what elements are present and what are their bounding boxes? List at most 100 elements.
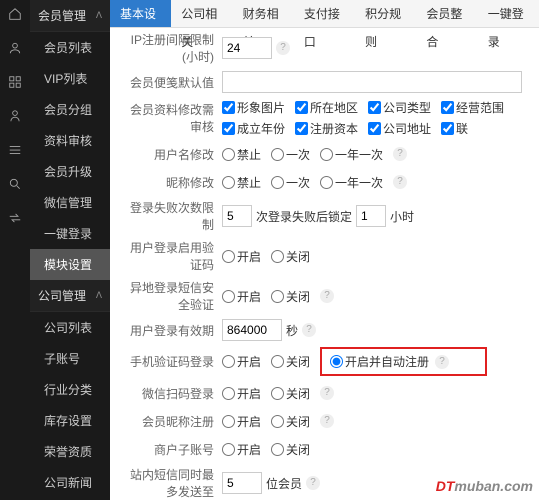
help-icon[interactable]: ? xyxy=(320,414,334,428)
sidebar-item[interactable]: 会员列表 xyxy=(30,32,110,63)
radio-option[interactable]: 一年一次 xyxy=(320,146,383,163)
audit-checkbox[interactable]: 联 xyxy=(441,120,468,137)
highlight-box: 开启并自动注册 ? xyxy=(320,347,487,376)
grid-icon[interactable] xyxy=(7,74,23,90)
label-nick-member: 会员昵称注册 xyxy=(120,413,222,430)
person-icon[interactable] xyxy=(7,108,23,124)
sidebar-item[interactable]: 资料审核 xyxy=(30,125,110,156)
label-captcha: 用户登录启用验证码 xyxy=(120,239,222,273)
sidebar-item[interactable]: 荣誉资质 xyxy=(30,436,110,467)
ip-limit-input[interactable] xyxy=(222,37,272,59)
radio-option[interactable]: 关闭 xyxy=(271,385,310,402)
valid-input[interactable] xyxy=(222,319,282,341)
radio-option[interactable]: 开启 xyxy=(222,248,261,265)
radio-option[interactable]: 禁止 xyxy=(222,146,261,163)
tab[interactable]: 会员整合 xyxy=(416,0,477,27)
sidebar-item[interactable]: 公司新闻 xyxy=(30,467,110,498)
audit-checkbox[interactable]: 公司地址 xyxy=(368,120,431,137)
help-icon[interactable]: ? xyxy=(320,386,334,400)
help-icon[interactable]: ? xyxy=(320,289,334,303)
user-icon[interactable] xyxy=(7,40,23,56)
audit-checkbox[interactable]: 公司类型 xyxy=(368,99,431,116)
sidebar-group-label: 公司管理 xyxy=(38,287,86,304)
default-credit-input[interactable] xyxy=(222,71,522,93)
radio-option[interactable]: 开启 xyxy=(222,385,261,402)
label-nick-mod: 昵称修改 xyxy=(120,174,222,191)
sidebar-group-member[interactable]: 会员管理 ᐱ xyxy=(30,0,110,32)
sidebar-item[interactable]: 模块设置 xyxy=(30,249,110,280)
valid-unit: 秒 xyxy=(286,322,298,339)
radio-option[interactable]: 一次 xyxy=(271,174,310,191)
sidebar-item[interactable]: VIP列表 xyxy=(30,63,110,94)
sidebar-item[interactable]: 会员分组 xyxy=(30,94,110,125)
audit-checkbox[interactable]: 所在地区 xyxy=(295,99,358,116)
label-default-credit: 会员便笺默认值 xyxy=(120,74,222,91)
radio-option[interactable]: 开启 xyxy=(222,441,261,458)
help-icon[interactable]: ? xyxy=(435,355,449,369)
home-icon[interactable] xyxy=(7,6,23,22)
sidebar-item[interactable]: 公司列表 xyxy=(30,312,110,343)
login-fail-count-input[interactable] xyxy=(222,205,252,227)
label-phone-login: 手机验证码登录 xyxy=(120,353,222,370)
login-fail-tail: 小时 xyxy=(390,208,414,225)
radio-option[interactable]: 禁止 xyxy=(222,174,261,191)
help-icon[interactable]: ? xyxy=(276,41,290,55)
login-fail-hours-input[interactable] xyxy=(356,205,386,227)
tab[interactable]: 公司相关 xyxy=(171,0,232,27)
watermark: DTmuban.com xyxy=(436,478,533,494)
audit-checkbox[interactable]: 形象图片 xyxy=(222,99,285,116)
radio-option[interactable]: 一年一次 xyxy=(320,174,383,191)
transfer-icon[interactable] xyxy=(7,210,23,226)
label-sms-max: 站内短信同时最多发送至 xyxy=(120,466,222,500)
content: IP注册间隔限制(小时) ? 会员便笺默认值 会员资料修改需审核 形象图片 所在… xyxy=(110,28,539,500)
chevron-up-icon: ᐱ xyxy=(96,290,102,301)
sidebar-item[interactable]: 一键登录 xyxy=(30,218,110,249)
radio-option[interactable]: 开启 xyxy=(222,413,261,430)
radio-option[interactable]: 关闭 xyxy=(271,248,310,265)
menu-icon[interactable] xyxy=(7,142,23,158)
sidebar-item[interactable]: 库存设置 xyxy=(30,405,110,436)
label-valid: 用户登录有效期 xyxy=(120,322,222,339)
icon-rail xyxy=(0,0,30,500)
tab[interactable]: 财务相关 xyxy=(233,0,294,27)
sidebar-item[interactable]: 微信管理 xyxy=(30,187,110,218)
sms-max-unit: 位会员 xyxy=(266,475,302,492)
label-login-fail: 登录失败次数限制 xyxy=(120,199,222,233)
login-fail-mid: 次登录失败后锁定 xyxy=(256,208,352,225)
chevron-up-icon: ᐱ xyxy=(96,10,102,21)
radio-option[interactable]: 关闭 xyxy=(271,288,310,305)
sms-max-input[interactable] xyxy=(222,472,262,494)
tab[interactable]: 基本设置 xyxy=(110,0,171,27)
tab[interactable]: 支付接口 xyxy=(294,0,355,27)
radio-option[interactable]: 开启 xyxy=(222,288,261,305)
radio-option[interactable]: 开启 xyxy=(222,353,261,370)
help-icon[interactable]: ? xyxy=(393,147,407,161)
phone-auto-register-radio[interactable]: 开启并自动注册 xyxy=(330,353,429,370)
audit-checkbox[interactable]: 经营范围 xyxy=(441,99,504,116)
radio-option[interactable]: 关闭 xyxy=(271,441,310,458)
radio-option[interactable]: 关闭 xyxy=(271,413,310,430)
sidebar-group-label: 会员管理 xyxy=(38,7,86,24)
tab[interactable]: 积分规则 xyxy=(355,0,416,27)
audit-checkbox[interactable]: 成立年份 xyxy=(222,120,285,137)
help-icon[interactable]: ? xyxy=(393,175,407,189)
search-icon[interactable] xyxy=(7,176,23,192)
sidebar-item[interactable]: 会员升级 xyxy=(30,156,110,187)
help-icon[interactable]: ? xyxy=(302,323,316,337)
sidebar-group-company[interactable]: 公司管理 ᐱ xyxy=(30,280,110,312)
tab[interactable]: 一键登录 xyxy=(478,0,539,27)
help-icon[interactable]: ? xyxy=(306,476,320,490)
audit-checkbox[interactable]: 注册资本 xyxy=(295,120,358,137)
sidebar-item[interactable]: 子账号 xyxy=(30,343,110,374)
sidebar-item[interactable]: 行业分类 xyxy=(30,374,110,405)
label-sub-account: 商户子账号 xyxy=(120,441,222,458)
label-username-mod: 用户名修改 xyxy=(120,146,222,163)
sidebar: 会员管理 ᐱ 会员列表VIP列表会员分组资料审核会员升级微信管理一键登录模块设置… xyxy=(30,0,110,500)
tabs: 基本设置公司相关财务相关支付接口积分规则会员整合一键登录 xyxy=(110,0,539,28)
radio-option[interactable]: 一次 xyxy=(271,146,310,163)
radio-option[interactable]: 关闭 xyxy=(271,353,310,370)
label-ip-limit: IP注册间隔限制(小时) xyxy=(120,31,222,65)
label-audit: 会员资料修改需审核 xyxy=(120,101,222,135)
label-remote-sms: 异地登录短信安全验证 xyxy=(120,279,222,313)
label-wx-scan: 微信扫码登录 xyxy=(120,385,222,402)
